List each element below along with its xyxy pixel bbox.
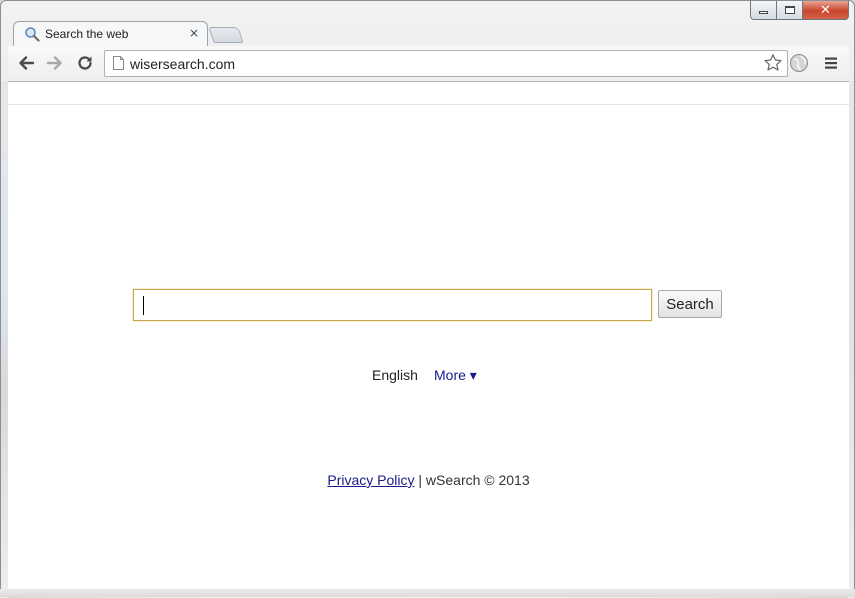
address-bar[interactable]: wisersearch.com [104, 50, 788, 77]
reload-icon [78, 56, 92, 70]
hamburger-menu-icon [825, 57, 837, 69]
browser-window: ✕ Search the web × wisersearch.com Searc… [0, 0, 855, 598]
footer: Privacy Policy | wSearch © 2013 [8, 472, 849, 488]
tab-search-the-web[interactable]: Search the web × [13, 21, 208, 47]
page-icon [113, 56, 124, 70]
forward-arrow-icon [46, 56, 62, 70]
maximize-icon [784, 6, 795, 14]
footer-separator: | [414, 472, 426, 488]
globe-icon [790, 54, 808, 72]
forward-button[interactable] [44, 52, 66, 74]
menu-button[interactable] [820, 52, 842, 74]
tab-close-icon[interactable]: × [189, 26, 199, 40]
close-window-button[interactable]: ✕ [803, 1, 849, 20]
window-bottom-border [0, 589, 855, 597]
privacy-policy-link[interactable]: Privacy Policy [327, 472, 414, 488]
extension-button[interactable] [788, 52, 810, 74]
more-languages-link[interactable]: More ▾ [434, 367, 477, 384]
back-arrow-icon [19, 56, 35, 70]
magnifier-icon [25, 27, 40, 42]
back-button[interactable] [15, 52, 37, 74]
url-text: wisersearch.com [130, 56, 236, 72]
bookmarks-bar [8, 82, 849, 105]
reload-button[interactable] [74, 52, 96, 74]
new-tab-button[interactable] [208, 27, 244, 43]
search-input[interactable] [133, 289, 652, 321]
search-button[interactable]: Search [658, 290, 722, 318]
copyright-text: wSearch © 2013 [425, 472, 530, 488]
minimize-icon [759, 11, 768, 14]
page-content: Search English More ▾ Privacy Policy | w… [8, 105, 849, 590]
close-icon: ✕ [820, 2, 831, 18]
bookmark-star-icon[interactable] [763, 53, 783, 73]
text-caret [143, 296, 144, 315]
window-controls: ✕ [750, 1, 849, 20]
tab-title: Search the web [45, 27, 129, 41]
maximize-button[interactable] [777, 1, 803, 20]
browser-toolbar: wisersearch.com [8, 46, 849, 82]
language-current: English [372, 367, 418, 383]
minimize-button[interactable] [750, 1, 777, 20]
window-left-border [1, 81, 8, 598]
